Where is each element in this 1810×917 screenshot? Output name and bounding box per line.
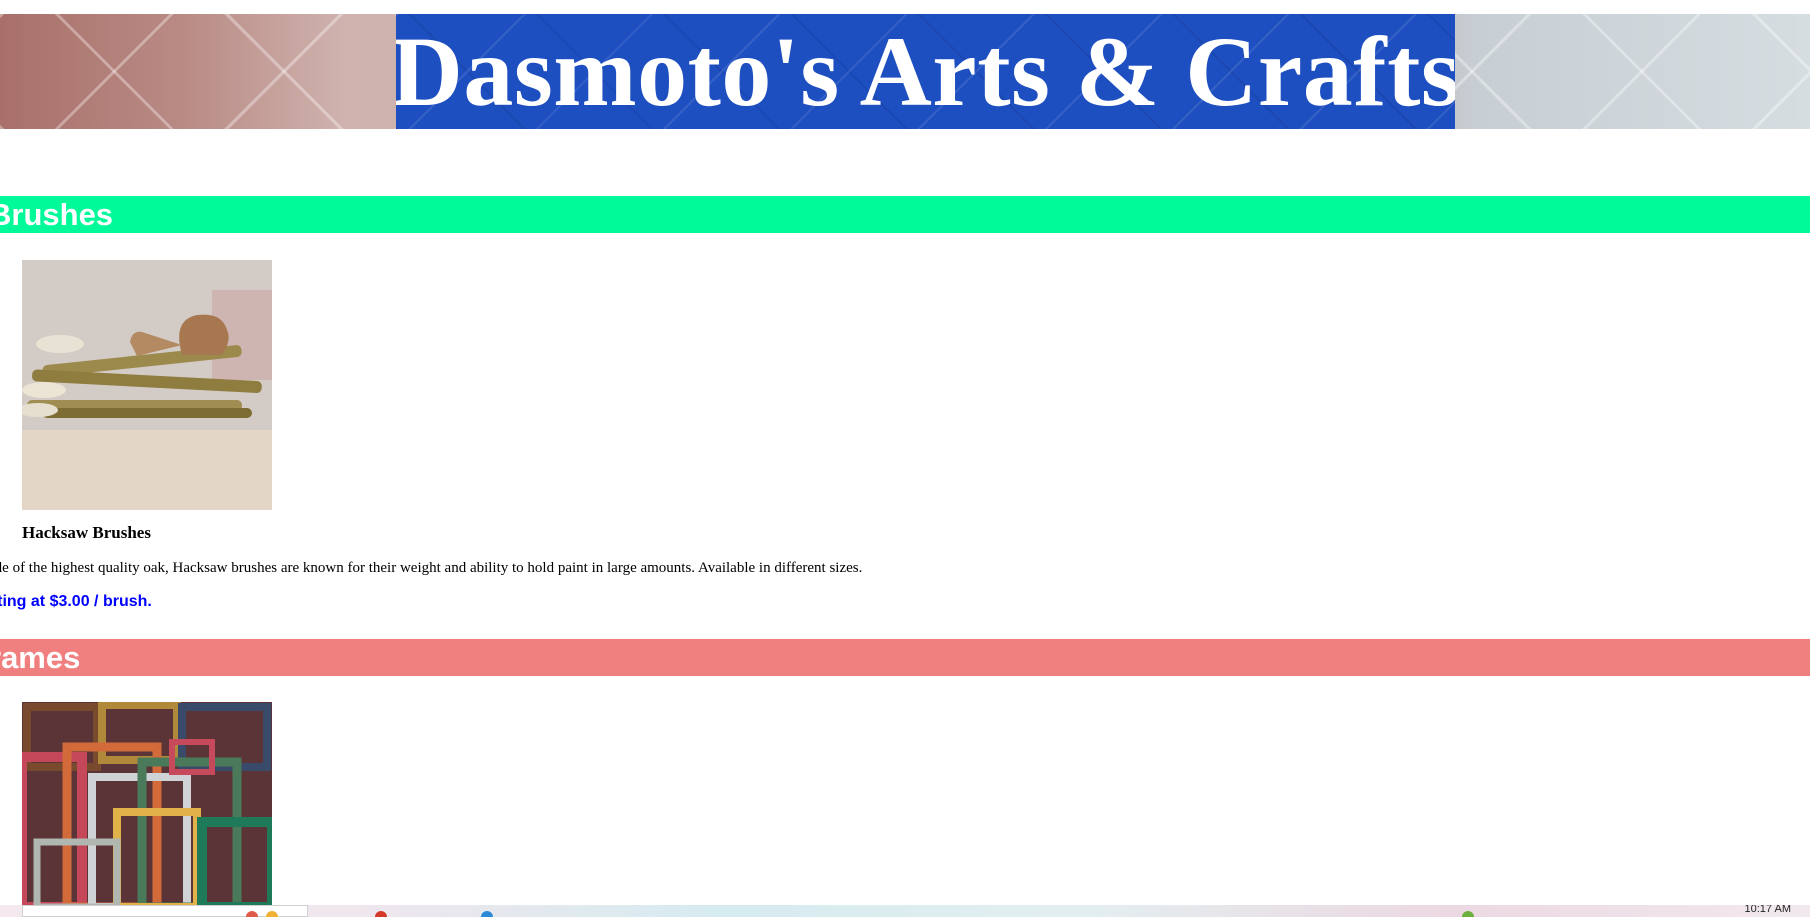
- frames-photo-icon: [22, 702, 272, 907]
- frames-section-header: rames: [0, 639, 1810, 676]
- taskbar: 10:17 AM: [0, 905, 1810, 917]
- brushes-photo-icon: [22, 260, 272, 510]
- taskbar-app-icon[interactable]: [266, 911, 278, 917]
- brushes-heading: Brushes: [0, 197, 114, 232]
- brushes-section-header: Brushes: [0, 196, 1810, 233]
- page-title: Dasmoto's Arts & Crafts: [396, 15, 1455, 127]
- product-price: arting at $3.00 / brush.: [0, 593, 152, 610]
- edge-icon[interactable]: [481, 911, 493, 917]
- product-description: ade of the highest quality oak, Hacksaw …: [0, 560, 863, 576]
- title-background: Dasmoto's Arts & Crafts: [396, 14, 1455, 129]
- frames-image: [22, 702, 272, 907]
- product-name: Hacksaw Brushes: [22, 523, 151, 542]
- taskbar-clock[interactable]: 10:17 AM: [1745, 905, 1791, 915]
- header-banner: Dasmoto's Arts & Crafts: [0, 14, 1810, 129]
- taskbar-app-icon[interactable]: [246, 911, 258, 917]
- tray-icon[interactable]: [1462, 911, 1474, 917]
- chrome-icon[interactable]: [375, 911, 387, 917]
- frames-heading: rames: [0, 640, 81, 675]
- hacksaw-brushes-image: [22, 260, 272, 510]
